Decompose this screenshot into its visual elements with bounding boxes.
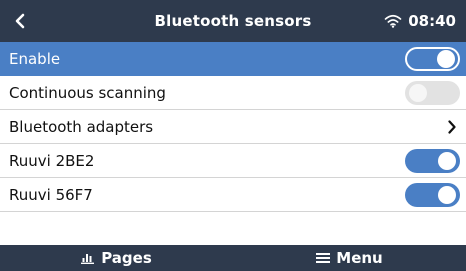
ruuvi-56f7-switch[interactable] [405, 182, 460, 207]
menu-button[interactable]: Menu [233, 245, 466, 271]
row-bluetooth-adapters[interactable]: Bluetooth adapters [0, 110, 466, 144]
row-label: Continuous scanning [9, 83, 166, 102]
status-area: 08:40 [384, 0, 456, 42]
bluetooth-sensors-screen: Bluetooth sensors 08:40 Enable Continuou… [0, 0, 466, 271]
row-ruuvi-2be2[interactable]: Ruuvi 2BE2 [0, 144, 466, 178]
row-continuous-scanning[interactable]: Continuous scanning [0, 76, 466, 110]
row-label: Bluetooth adapters [9, 117, 154, 136]
wifi-icon [384, 14, 402, 28]
header-bar: Bluetooth sensors 08:40 [0, 0, 466, 42]
menu-label: Menu [336, 249, 383, 267]
hamburger-icon [316, 253, 331, 263]
pages-button[interactable]: Pages [0, 245, 233, 271]
switch-knob [409, 83, 427, 102]
bar-chart-icon [81, 254, 95, 264]
switch-knob [438, 185, 456, 204]
row-enable[interactable]: Enable [0, 42, 466, 76]
ruuvi-2be2-switch[interactable] [405, 148, 460, 173]
enable-switch[interactable] [405, 46, 460, 71]
settings-list: Enable Continuous scanning Bluetooth ada… [0, 42, 466, 212]
pages-label: Pages [101, 249, 152, 267]
switch-knob [437, 49, 455, 68]
row-label: Ruuvi 2BE2 [9, 151, 95, 170]
row-ruuvi-56f7[interactable]: Ruuvi 56F7 [0, 178, 466, 212]
row-label: Ruuvi 56F7 [9, 185, 93, 204]
switch-knob [438, 151, 456, 170]
continuous-scanning-switch[interactable] [405, 80, 460, 105]
chevron-right-icon [444, 118, 460, 136]
footer-bar: Pages Menu [0, 245, 466, 271]
row-label: Enable [9, 49, 61, 68]
clock-time: 08:40 [408, 12, 456, 30]
